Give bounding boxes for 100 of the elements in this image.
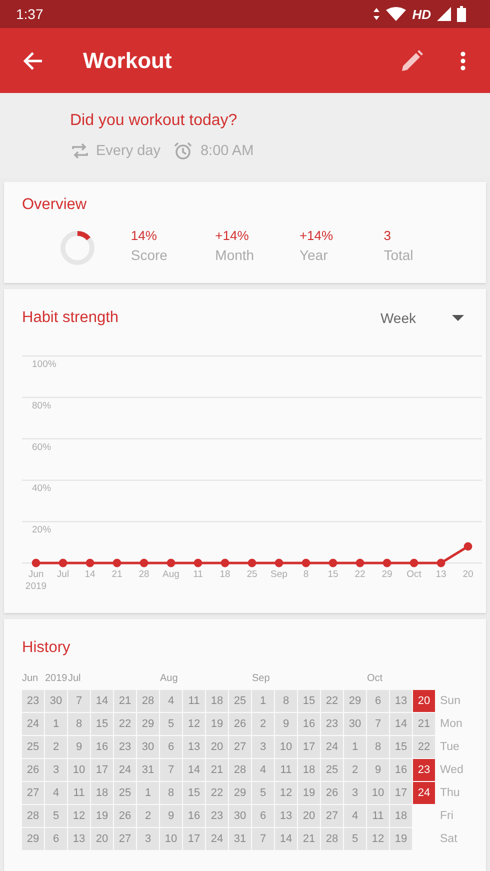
day-cell[interactable]: 1 bbox=[252, 690, 274, 712]
day-cell[interactable]: 29 bbox=[229, 782, 251, 804]
day-cell[interactable]: 25 bbox=[321, 759, 343, 781]
day-cell[interactable]: 23 bbox=[413, 759, 435, 781]
day-cell[interactable]: 1 bbox=[45, 713, 67, 735]
day-cell[interactable]: 20 bbox=[298, 805, 320, 827]
day-cell[interactable]: 7 bbox=[252, 828, 274, 850]
day-cell[interactable]: 21 bbox=[114, 690, 136, 712]
day-cell[interactable]: 30 bbox=[137, 736, 159, 758]
day-cell[interactable]: 15 bbox=[298, 690, 320, 712]
day-cell[interactable]: 7 bbox=[160, 759, 182, 781]
day-cell[interactable]: 24 bbox=[114, 759, 136, 781]
day-cell[interactable]: 16 bbox=[390, 759, 412, 781]
day-cell[interactable]: 3 bbox=[344, 782, 366, 804]
day-cell[interactable]: 9 bbox=[275, 713, 297, 735]
day-cell[interactable]: 20 bbox=[413, 690, 435, 712]
day-cell[interactable]: 7 bbox=[367, 713, 389, 735]
day-cell[interactable]: 23 bbox=[321, 713, 343, 735]
day-cell[interactable]: 7 bbox=[68, 690, 90, 712]
day-cell[interactable]: 4 bbox=[344, 805, 366, 827]
day-cell[interactable]: 20 bbox=[206, 736, 228, 758]
day-cell[interactable]: 14 bbox=[183, 759, 205, 781]
day-cell[interactable]: 20 bbox=[91, 828, 113, 850]
day-cell[interactable]: 26 bbox=[321, 782, 343, 804]
day-cell[interactable]: 5 bbox=[45, 805, 67, 827]
period-dropdown[interactable]: Week bbox=[380, 310, 464, 326]
day-cell[interactable]: 10 bbox=[68, 759, 90, 781]
day-cell[interactable]: 5 bbox=[160, 713, 182, 735]
day-cell[interactable]: 16 bbox=[298, 713, 320, 735]
day-cell[interactable]: 2 bbox=[252, 713, 274, 735]
day-cell[interactable]: 22 bbox=[321, 690, 343, 712]
day-cell[interactable]: 23 bbox=[114, 736, 136, 758]
day-cell[interactable]: 18 bbox=[298, 759, 320, 781]
day-cell[interactable]: 18 bbox=[206, 690, 228, 712]
day-cell[interactable]: 14 bbox=[390, 713, 412, 735]
day-cell[interactable]: 25 bbox=[22, 736, 44, 758]
day-cell[interactable]: 16 bbox=[91, 736, 113, 758]
day-cell[interactable]: 25 bbox=[114, 782, 136, 804]
day-cell[interactable]: 9 bbox=[160, 805, 182, 827]
day-cell[interactable]: 25 bbox=[229, 690, 251, 712]
day-cell[interactable]: 18 bbox=[390, 805, 412, 827]
day-cell[interactable]: 8 bbox=[367, 736, 389, 758]
day-cell[interactable]: 6 bbox=[252, 805, 274, 827]
day-cell[interactable]: 8 bbox=[68, 713, 90, 735]
day-cell[interactable]: 27 bbox=[114, 828, 136, 850]
day-cell[interactable]: 3 bbox=[137, 828, 159, 850]
day-cell[interactable]: 9 bbox=[68, 736, 90, 758]
day-cell[interactable]: 4 bbox=[45, 782, 67, 804]
day-cell[interactable]: 30 bbox=[344, 713, 366, 735]
day-cell[interactable]: 4 bbox=[160, 690, 182, 712]
day-cell[interactable]: 17 bbox=[183, 828, 205, 850]
day-cell[interactable]: 19 bbox=[206, 713, 228, 735]
day-cell[interactable]: 9 bbox=[367, 759, 389, 781]
day-cell[interactable]: 29 bbox=[137, 713, 159, 735]
day-cell[interactable]: 10 bbox=[367, 782, 389, 804]
day-cell[interactable]: 28 bbox=[22, 805, 44, 827]
day-cell[interactable]: 12 bbox=[367, 828, 389, 850]
day-cell[interactable]: 28 bbox=[137, 690, 159, 712]
day-cell[interactable]: 23 bbox=[206, 805, 228, 827]
day-cell[interactable]: 3 bbox=[252, 736, 274, 758]
day-cell[interactable]: 3 bbox=[45, 759, 67, 781]
day-cell[interactable]: 13 bbox=[68, 828, 90, 850]
day-cell[interactable]: 26 bbox=[114, 805, 136, 827]
day-cell[interactable]: 22 bbox=[206, 782, 228, 804]
day-cell[interactable]: 2 bbox=[45, 736, 67, 758]
day-cell[interactable]: 6 bbox=[45, 828, 67, 850]
day-cell[interactable]: 15 bbox=[390, 736, 412, 758]
day-cell[interactable]: 16 bbox=[183, 805, 205, 827]
day-cell[interactable]: 27 bbox=[321, 805, 343, 827]
day-cell[interactable]: 24 bbox=[413, 782, 435, 804]
day-cell[interactable]: 5 bbox=[344, 828, 366, 850]
day-cell[interactable]: 14 bbox=[275, 828, 297, 850]
day-cell[interactable]: 15 bbox=[183, 782, 205, 804]
day-cell[interactable]: 6 bbox=[160, 736, 182, 758]
day-cell[interactable]: 8 bbox=[275, 690, 297, 712]
day-cell[interactable]: 11 bbox=[367, 805, 389, 827]
day-cell[interactable]: 28 bbox=[229, 759, 251, 781]
day-cell[interactable]: 30 bbox=[229, 805, 251, 827]
day-cell[interactable]: 26 bbox=[22, 759, 44, 781]
day-cell[interactable]: 2 bbox=[344, 759, 366, 781]
day-cell[interactable]: 24 bbox=[206, 828, 228, 850]
day-cell[interactable]: 6 bbox=[367, 690, 389, 712]
day-cell[interactable]: 10 bbox=[160, 828, 182, 850]
day-cell[interactable]: 31 bbox=[137, 759, 159, 781]
day-cell[interactable]: 22 bbox=[114, 713, 136, 735]
day-cell[interactable]: 1 bbox=[344, 736, 366, 758]
day-cell[interactable]: 24 bbox=[321, 736, 343, 758]
day-cell[interactable]: 21 bbox=[298, 828, 320, 850]
day-cell[interactable]: 29 bbox=[22, 828, 44, 850]
day-cell[interactable]: 11 bbox=[275, 759, 297, 781]
day-cell[interactable]: 19 bbox=[298, 782, 320, 804]
day-cell[interactable]: 29 bbox=[344, 690, 366, 712]
day-cell[interactable]: 23 bbox=[22, 690, 44, 712]
day-cell[interactable]: 27 bbox=[22, 782, 44, 804]
day-cell[interactable]: 27 bbox=[229, 736, 251, 758]
day-cell[interactable]: 19 bbox=[91, 805, 113, 827]
day-cell[interactable]: 13 bbox=[183, 736, 205, 758]
day-cell[interactable]: 5 bbox=[252, 782, 274, 804]
day-cell[interactable]: 12 bbox=[183, 713, 205, 735]
day-cell[interactable]: 15 bbox=[91, 713, 113, 735]
